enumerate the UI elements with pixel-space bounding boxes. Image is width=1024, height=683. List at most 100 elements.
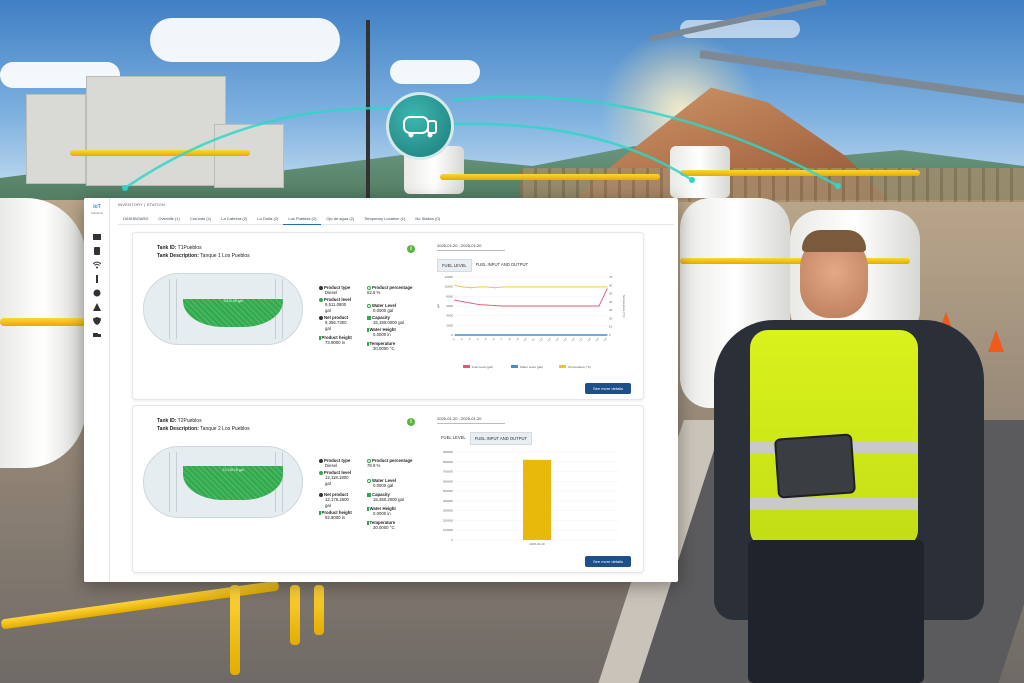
data-point: [478, 303, 480, 306]
stat-label: Product level: [324, 297, 351, 302]
data-point: [518, 286, 520, 288]
tab-la-dona[interactable]: La Doña (2): [252, 213, 283, 225]
stat-value: 12,176.2500: [325, 497, 349, 503]
stat-value: 62.6 %: [367, 290, 381, 296]
logo-subtext: Solutions: [90, 211, 104, 215]
legend-entry: Temperature (°C): [568, 365, 591, 369]
shield-icon[interactable]: [92, 316, 102, 326]
info-icon[interactable]: i: [407, 418, 415, 426]
stat-label: Water Level: [372, 303, 396, 308]
y2-tick-label: 50: [609, 292, 613, 296]
stat-unit: gal: [325, 502, 331, 508]
alert-icon[interactable]: [92, 274, 102, 284]
stat-label: Water Height: [369, 506, 396, 511]
y-tick-label: 0: [451, 333, 453, 337]
stat-value: Diesel: [325, 463, 337, 469]
legend-entry: Water Level (gal): [520, 365, 543, 369]
x-tick-label: t20: [602, 336, 608, 342]
x-tick-label: t18: [586, 336, 592, 342]
stat-value: 0.0000 gal: [373, 483, 394, 489]
tab-los-pueblos[interactable]: Los Pueblos (2): [283, 213, 322, 225]
tank-desc-label: Tank Description:: [157, 426, 199, 432]
y2-tick-label: 70: [609, 275, 613, 279]
y-tick-label: 800000: [443, 460, 453, 464]
data-point: [526, 305, 528, 307]
tank-desc-value: Tanque 2 Los Pueblos: [200, 426, 250, 432]
date-range-picker[interactable]: 2025-01-20 - 2025-01-20: [437, 243, 505, 251]
stat-water-level: Water Level 0.0000 gal: [367, 478, 396, 489]
y2-tick-label: 40: [609, 300, 613, 304]
data-point: [606, 286, 608, 288]
data-point: [486, 304, 488, 306]
x-tick-label: t16: [570, 336, 576, 342]
tank-rib: [169, 452, 177, 512]
x-tick-label: t5: [483, 336, 488, 341]
tank-card: Tank ID: T1Pueblos Tank Description: Tan…: [132, 232, 644, 400]
data-point: [502, 334, 504, 336]
app-logo[interactable]: IoT Solutions: [87, 204, 107, 216]
wifi-icon[interactable]: [92, 260, 102, 270]
tab-dashboard[interactable]: DASHBOARD: [118, 213, 153, 225]
fuel-io-chart: 900000 800000 700000 600000 500000 400000 3000…: [443, 450, 619, 546]
stat-label: Water Level: [372, 478, 396, 483]
x-tick-label: t13: [546, 336, 552, 342]
water-icon: [367, 303, 371, 308]
data-point: [454, 334, 456, 336]
tab-no-station[interactable]: No Station (0): [410, 213, 445, 225]
stat-value: 78.9 %: [367, 463, 381, 469]
y2-tick-label: 30: [609, 308, 613, 312]
user-icon[interactable]: [92, 288, 102, 298]
dashboard-icon[interactable]: [92, 232, 102, 242]
stat-label: Product type: [324, 285, 351, 290]
data-point: [550, 305, 552, 307]
date-range-picker[interactable]: 2025-01-20 - 2025-01-20: [437, 416, 505, 424]
data-point: [598, 334, 600, 336]
tank-fill-label: 12,118.18 gal: [222, 468, 244, 472]
data-point: [590, 305, 592, 307]
app-window: IoT Solutions INVENTORY | STATION DASHBO…: [84, 198, 678, 582]
drop-icon: [319, 285, 323, 290]
data-point: [542, 334, 544, 336]
truck-icon[interactable]: [92, 330, 102, 340]
legend-swatch: [559, 365, 566, 368]
stat-value: 15,350.2000 gal: [373, 497, 404, 503]
thermometer-icon: [367, 520, 369, 525]
x-tick-label: t6: [491, 336, 496, 341]
x-tick-label: t17: [578, 336, 584, 342]
stat-unit: gal: [325, 325, 331, 331]
bar: [523, 459, 551, 540]
stat-value: 30.0000 °C: [373, 525, 395, 531]
tab-ojo-de-agua[interactable]: Ojo de agua (2): [321, 213, 359, 225]
legend-entry: Fuel Level (gal): [472, 365, 493, 369]
data-point: [534, 334, 536, 336]
capacity-icon: [367, 315, 371, 320]
see-more-details-button[interactable]: See more details: [585, 383, 631, 394]
x-tick-label: t11: [530, 336, 536, 342]
station-tabs: DASHBOARD Overville (1) Curundú (1) La C…: [118, 213, 674, 225]
data-point: [486, 334, 488, 336]
x-tick-label: t15: [562, 336, 568, 342]
data-point: [574, 286, 576, 288]
tank-icon[interactable]: [92, 246, 102, 256]
data-point: [582, 286, 584, 288]
data-point: [606, 334, 608, 336]
info-icon[interactable]: i: [407, 245, 415, 253]
see-more-details-button[interactable]: See more details: [585, 556, 631, 567]
stat-label: Product height: [321, 335, 352, 340]
data-point: [558, 305, 560, 307]
y-tick-label: 6000: [446, 304, 453, 308]
warning-icon[interactable]: [92, 302, 102, 312]
tab-temporary-location[interactable]: Temporary Location (1): [359, 213, 410, 225]
stat-value: 0.0000 in: [373, 332, 391, 338]
y-tick-label: 0: [451, 538, 453, 542]
tab-curundu[interactable]: Curundú (1): [185, 213, 216, 225]
tank-desc-value: Tanque 1 Los Pueblos: [200, 253, 250, 259]
data-point: [502, 305, 504, 307]
tab-overville[interactable]: Overville (1): [153, 213, 185, 225]
y-tick-label: 4000: [446, 314, 453, 318]
stat-product-type: Product type Diesel: [319, 458, 350, 469]
tab-la-cabrera[interactable]: La Cabrera (2): [216, 213, 252, 225]
data-point: [558, 334, 560, 336]
data-point: [462, 286, 464, 288]
data-point: [462, 334, 464, 336]
